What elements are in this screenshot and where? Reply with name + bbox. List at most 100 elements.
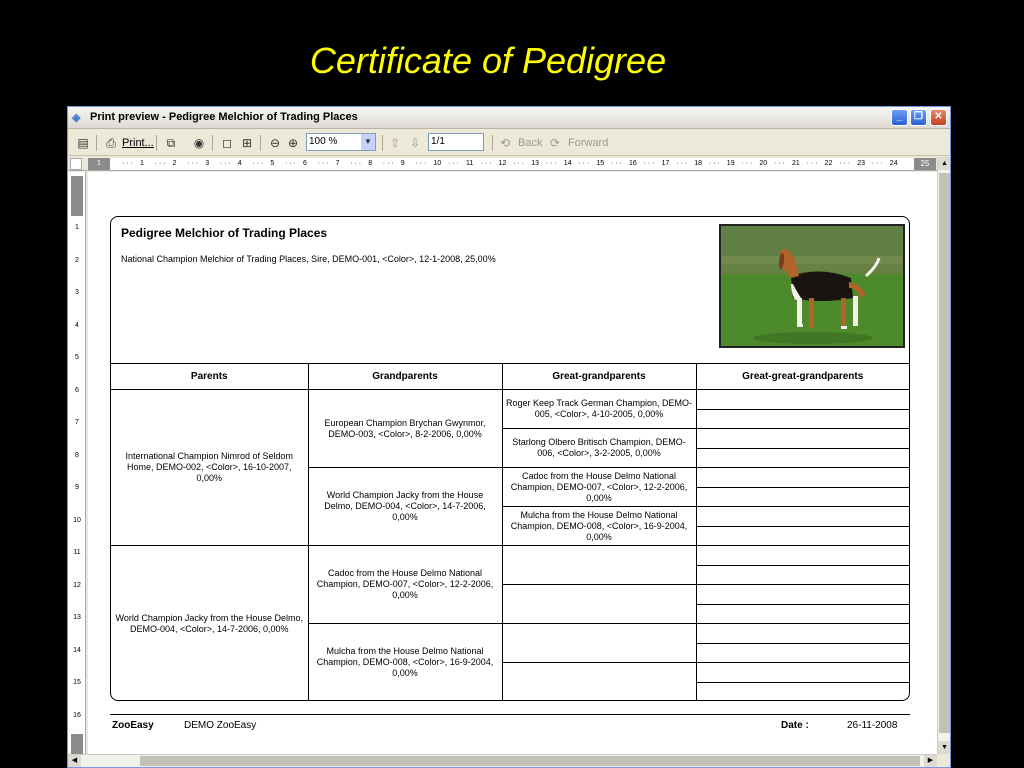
great-grandparent-cell: Mulcha from the House Delmo National Cha…: [501, 506, 697, 546]
great-great-grandparent-cell: [695, 447, 909, 468]
page-down-icon[interactable]: ⇩: [406, 134, 424, 152]
great-great-grandparent-cell: [695, 623, 909, 644]
great-grandparent-cell: [501, 545, 697, 585]
ruler-tick-label: 3: [75, 289, 79, 296]
ruler-tick-dot: · · ·: [839, 160, 851, 167]
ruler-tick-label: 9: [400, 160, 405, 167]
scroll-down-icon[interactable]: ▼: [938, 741, 950, 754]
print-preview-window: ◈ Print preview - Pedigree Melchior of T…: [67, 106, 951, 768]
horizontal-scrollbar[interactable]: ◀ ▶: [68, 754, 937, 767]
minimize-button[interactable]: _: [891, 109, 908, 126]
printer-icon[interactable]: ⎙: [102, 134, 120, 152]
ruler-bottom-marker: [71, 734, 83, 754]
window-titlebar[interactable]: ◈ Print preview - Pedigree Melchior of T…: [68, 107, 950, 129]
zoom-in-icon[interactable]: ⊕: [284, 134, 302, 152]
great-grandparent-cell: [501, 623, 697, 663]
back-button[interactable]: Back: [518, 134, 542, 152]
ruler-tick-label: 14: [563, 160, 572, 167]
ruler-tick-dot: · · ·: [122, 160, 133, 167]
ruler-tick-label: 24: [889, 160, 898, 167]
ruler-tick-dot: · · ·: [154, 160, 166, 167]
vertical-ruler: 1 2 3 4 5 6 7 8 9 10 11 12 13 14 15 16: [68, 172, 86, 758]
ruler-tick-dot: · · ·: [741, 160, 753, 167]
ruler-tick-dot: · · ·: [350, 160, 362, 167]
ruler-tick-label: 5: [270, 160, 275, 167]
multi-page-icon[interactable]: ⊞: [238, 134, 256, 152]
ruler-tick-dot: · · ·: [676, 160, 688, 167]
single-page-icon[interactable]: ◻: [218, 134, 236, 152]
forward-button[interactable]: Forward: [568, 134, 608, 152]
ruler-tick-dot: · · ·: [187, 160, 199, 167]
vertical-scroll-thumb[interactable]: [939, 173, 950, 733]
preview-page: Pedigree Melchior of Trading Places Nati…: [88, 172, 937, 754]
pedigree-certificate: Pedigree Melchior of Trading Places Nati…: [110, 216, 910, 701]
ruler-tick-label: 13: [73, 614, 81, 621]
header-parents: Parents: [111, 363, 309, 390]
ruler-tick-label: 21: [792, 160, 800, 167]
ruler-tick-dot: · · ·: [317, 160, 329, 167]
maximize-button[interactable]: ❐: [910, 109, 927, 126]
ruler-tick-label: 12: [498, 160, 507, 167]
vertical-scrollbar[interactable]: ▲ ▼: [937, 157, 950, 754]
great-great-grandparent-cell: [695, 642, 909, 663]
ruler-tick-label: 22: [824, 160, 833, 167]
forward-icon[interactable]: ⟳: [546, 134, 564, 152]
footer-product: DEMO ZooEasy: [184, 720, 257, 731]
binoculars-icon[interactable]: ◉: [190, 134, 208, 152]
ruler-tick-label: 2: [172, 160, 177, 167]
zoom-select[interactable]: 100 % ▼: [306, 133, 376, 151]
ruler-top-marker: [71, 176, 83, 216]
grandparent-cell: European Champion Brychan Gwynmor, DEMO-…: [307, 389, 503, 468]
header-grandparents: Grandparents: [307, 363, 503, 390]
great-great-grandparent-cell: [695, 408, 909, 429]
ruler-tick-label: 12: [73, 581, 81, 589]
parent-cell: World Champion Jacky from the House Delm…: [111, 545, 309, 700]
back-icon[interactable]: ⟲: [496, 134, 514, 152]
great-grandparent-cell: Cadoc from the House Delmo National Cham…: [501, 467, 697, 507]
great-great-grandparent-cell: [695, 662, 909, 683]
certificate-title: Pedigree Melchior of Trading Places: [121, 226, 328, 240]
ruler-tick-label: 15: [73, 679, 81, 686]
page-number-input[interactable]: 1/1: [428, 133, 484, 151]
ruler-tick-label: 10: [433, 160, 442, 167]
ruler-tick-dot: · · ·: [578, 160, 590, 167]
great-great-grandparent-cell: [695, 428, 909, 449]
scroll-left-icon[interactable]: ◀: [68, 755, 81, 767]
ruler-tick-dot: · · ·: [285, 160, 296, 167]
scroll-up-icon[interactable]: ▲: [938, 157, 950, 170]
pedigree-table: Parents Grandparents Great-grandparents …: [111, 363, 909, 700]
chevron-down-icon[interactable]: ▼: [361, 134, 375, 150]
ruler-tick-dot: · · ·: [774, 160, 785, 167]
page-up-icon[interactable]: ⇧: [386, 134, 404, 152]
ruler-tick-label: 1: [75, 224, 79, 231]
footer-date-label: Date :: [781, 720, 809, 731]
grandparent-cell: World Champion Jacky from the House Delm…: [307, 467, 503, 546]
print-button[interactable]: Print...: [122, 134, 154, 152]
great-grandparent-cell: [501, 662, 697, 700]
ruler-tick-label: 16: [629, 160, 637, 167]
great-great-grandparent-cell: [695, 467, 909, 488]
toolbar-separator: [212, 135, 213, 151]
toolbar-separator: [492, 135, 493, 151]
footer-date-value: 26-11-2008: [847, 720, 898, 731]
ruler-start-marker: 1: [88, 158, 110, 170]
copy-icon[interactable]: ⧉: [162, 134, 180, 152]
great-great-grandparent-cell: [695, 564, 909, 585]
toggle-sidebar-icon[interactable]: ▤: [74, 134, 92, 152]
toolbar-separator: [260, 135, 261, 151]
horizontal-scroll-thumb[interactable]: [140, 756, 920, 766]
ruler-tick-dot: · · ·: [871, 160, 883, 167]
ruler-tick-label: 11: [73, 549, 81, 556]
close-button[interactable]: ✕: [930, 109, 947, 126]
ruler-tick-label: 13: [531, 160, 539, 167]
certificate-description: National Champion Melchior of Trading Pl…: [121, 254, 496, 264]
great-great-grandparent-cell: [695, 389, 909, 410]
ruler-tick-label: 6: [303, 160, 307, 167]
zoom-out-icon[interactable]: ⊖: [266, 134, 284, 152]
scroll-right-icon[interactable]: ▶: [924, 755, 937, 767]
great-great-grandparent-cell: [695, 603, 909, 624]
ruler-end-marker: 25: [914, 158, 936, 170]
app-icon: ◈: [72, 112, 81, 124]
toolbar: ▤ ⎙ Print... ⧉ ◉ ◻ ⊞ ⊖ ⊕ 100 % ▼ ⇧ ⇩ 1/1…: [68, 130, 950, 156]
ruler-tick-label: 4: [75, 321, 79, 329]
